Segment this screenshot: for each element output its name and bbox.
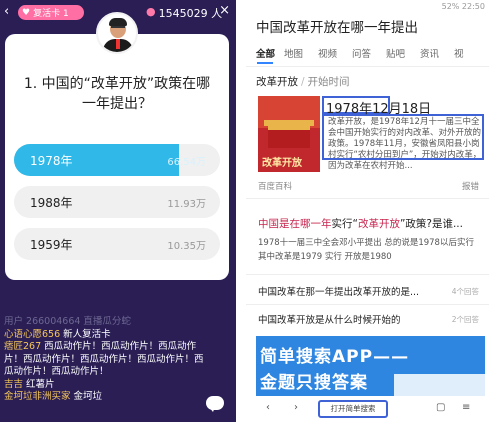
question-text: 1. 中国的“改革开放”政策在哪一年提出？ <box>23 76 211 112</box>
answer-date: 1978年12月18日 <box>326 102 432 117</box>
revive-card-badge[interactable]: ♥ 复活卡 1 <box>18 5 84 20</box>
avatar-tie <box>116 39 120 49</box>
back-icon[interactable]: ‹ <box>4 4 9 19</box>
result-2-title[interactable]: 中国改革在那一年提出改革开放的是... <box>258 284 419 298</box>
question-card: 1. 中国的“改革开放”政策在哪一年提出？ 1978年 66.54万 1988年… <box>5 34 229 280</box>
divider <box>246 304 489 305</box>
result-1-title[interactable]: 中国是在哪一年实行“改革开放”政策?是谁... <box>258 216 463 231</box>
answer-option-3[interactable]: 1959年 10.35万 <box>14 228 220 260</box>
chat-bubble-icon[interactable] <box>206 396 224 412</box>
tab-news[interactable]: 资讯 <box>420 46 439 60</box>
search-app-panel: 52% 22:50 中国改革开放在哪一年提出 全部 地图 视频 问答 贴吧 资讯… <box>246 0 489 422</box>
heart-icon: ♥ <box>22 7 31 18</box>
answer-option-1-label: 1978年 <box>30 154 73 168</box>
answer-option-3-count: 10.35万 <box>167 241 206 252</box>
divider <box>246 274 489 275</box>
status-right: 52% 22:50 <box>441 2 485 11</box>
tab-all[interactable]: 全部 <box>256 46 275 60</box>
active-tab-indicator <box>257 62 273 64</box>
revive-card-label: 复活卡 1 <box>33 9 69 19</box>
viewer-count-text: 1545029 人 <box>158 7 223 20</box>
chat-nick: 心语心愿656 <box>4 328 61 340</box>
tab-video[interactable]: 视频 <box>318 46 337 60</box>
chat-message: 金坷垃非洲买家 金坷垃 <box>4 391 204 404</box>
tab-tieba[interactable]: 贴吧 <box>386 46 405 60</box>
tab-qa[interactable]: 问答 <box>352 46 371 60</box>
answer-option-2-count: 11.93万 <box>167 199 206 210</box>
tab-video-2[interactable]: 视 <box>454 46 464 60</box>
chat-text: 红薯片 <box>23 378 55 390</box>
report-link[interactable]: 报错 <box>462 180 479 192</box>
result-1-body: 1978十一届三中全会邓小平提出 总的说是1978以后实行 其中改革是1979 … <box>258 238 474 262</box>
forward-icon[interactable]: › <box>294 402 298 413</box>
answer-snippet: 改革开放，是1978年12月十一届三中全会中国开始实行的对内改革、对外开放的政策… <box>328 117 482 171</box>
result-2-answers: 4个回答 <box>451 287 479 296</box>
chat-nick: 吉吉 <box>4 378 24 390</box>
answer-option-3-label: 1959年 <box>30 238 73 252</box>
chat-text: 金坷垃 <box>70 391 103 402</box>
image-gate <box>268 126 310 148</box>
breadcrumb-separator: / <box>301 76 305 88</box>
viewer-count: ● 1545029 人 <box>146 5 222 21</box>
answer-option-1-count: 66.54万 <box>167 157 206 168</box>
result-3-title[interactable]: 中国改革开放是从什么时候开始的 <box>258 312 401 326</box>
answer-option-1[interactable]: 1978年 66.54万 <box>14 144 220 176</box>
tabs-icon[interactable]: ▢ <box>436 402 445 413</box>
breadcrumb-main[interactable]: 改革开放 <box>256 76 298 88</box>
menu-icon[interactable]: ≡ <box>462 402 470 413</box>
search-tabs: 全部 地图 视频 问答 贴吧 资讯 视 <box>256 46 486 62</box>
answer-source[interactable]: 百度百科 <box>258 180 292 192</box>
chat-nick: 痞匠267 <box>4 341 42 352</box>
banner-line-2: 金题只搜答案 <box>260 373 368 393</box>
chat-message: 心语心愿656 新人复活卡 <box>4 329 204 342</box>
divider <box>246 198 489 199</box>
viewer-dot-icon: ● <box>146 5 156 18</box>
result-1-title-part: ”政策?是谁... <box>399 218 463 230</box>
avatar-hair <box>109 18 127 26</box>
answer-option-2-label: 1988年 <box>30 196 73 210</box>
chat-message: 用户 266004664 直播瓜分蛇 <box>4 316 131 327</box>
chat-nick: 金坷垃非洲买家 <box>4 391 71 402</box>
search-query-title[interactable]: 中国改革开放在哪一年提出 <box>256 16 418 36</box>
answer-option-2[interactable]: 1988年 11.93万 <box>14 186 220 218</box>
result-3-answers: 2个回答 <box>451 315 479 324</box>
result-1-title-part: 中国是在哪一年 <box>258 218 332 230</box>
divider <box>246 66 489 67</box>
close-icon[interactable]: × <box>219 3 230 18</box>
avatar-glasses <box>111 26 125 30</box>
result-1-title-part: 改革开放 <box>357 218 400 230</box>
chat-feed: 用户 266004664 直播瓜分蛇 心语心愿656 新人复活卡 痞匠267 西… <box>4 316 204 404</box>
chat-message: 痞匠267 西瓜动作片！西瓜动作片！西瓜动作片！西瓜动作片！西瓜动作片！西瓜动作… <box>4 341 204 379</box>
banner-line-1: 简单搜索APP—— <box>260 347 410 367</box>
answer-breadcrumb: 改革开放 / 开始时间 <box>256 74 350 89</box>
result-1-title-part: 实行“ <box>331 218 358 230</box>
status-bar: 52% 22:50 <box>246 0 489 14</box>
host-avatar <box>96 12 138 54</box>
chat-text: 新人复活卡 <box>60 328 111 340</box>
reform-image[interactable]: 改革开放 <box>258 96 320 172</box>
breadcrumb-sub: 开始时间 <box>307 76 350 88</box>
tab-map[interactable]: 地图 <box>284 46 303 60</box>
image-caption: 改革开放 <box>262 158 302 169</box>
chat-message: 吉吉 红薯片 <box>4 379 204 392</box>
open-app-button[interactable]: 打开简单搜索 <box>318 400 388 418</box>
back-icon[interactable]: ‹ <box>266 402 270 413</box>
quiz-app-panel: ‹ ♥ 复活卡 1 ● 1545029 人 × 1. 中国的“改革开放”政策在哪… <box>0 0 236 422</box>
